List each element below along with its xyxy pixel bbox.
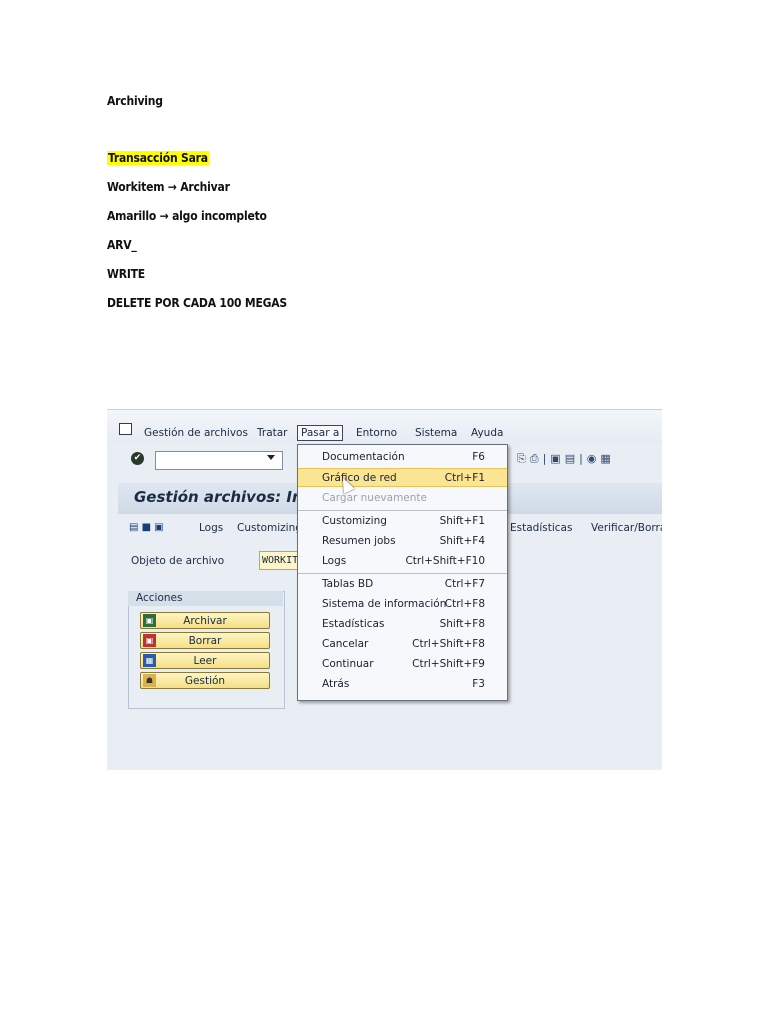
item-label: Customizing [322,515,387,527]
item-shortcut: Ctrl+Shift+F8 [412,638,485,650]
read-icon: ▦ [143,654,156,667]
menu-icon[interactable] [119,423,132,435]
actions-group [128,591,285,709]
sap-screenshot: Gestión de archivos Tratar Pasar a Entor… [107,409,662,770]
menu-divider [298,573,507,574]
toolbar-icons[interactable]: ⎘⎙|▣▤|◉▦ [517,452,615,466]
leer-button[interactable]: ▦ Leer [140,652,270,669]
estadisticas-button[interactable]: Estadísticas [510,522,572,534]
menu-bar: Gestión de archivos Tratar Pasar a Entor… [107,410,662,444]
item-label: Atrás [322,678,350,690]
doc-line-4: WRITE [107,267,145,281]
doc-line-1: Workitem → Archivar [107,180,230,194]
item-shortcut: F3 [472,678,485,690]
item-label: Continuar [322,658,374,670]
delete-icon: ▣ [143,634,156,647]
customizing-button[interactable]: Customizing [237,522,302,534]
item-shortcut: Shift+F4 [439,535,485,547]
menu-item-atras[interactable]: Atrás F3 [298,675,507,694]
archive-icon: ▣ [143,614,156,627]
archivar-label: Archivar [183,615,227,627]
menu-item-logs[interactable]: Logs Ctrl+Shift+F10 [298,552,507,571]
menu-item-cancelar[interactable]: Cancelar Ctrl+Shift+F8 [298,635,507,654]
doc-highlight: Transacción Sara [107,151,209,165]
enter-check-icon[interactable]: ✔ [131,452,144,465]
menu-ayuda[interactable]: Ayuda [471,427,503,439]
item-shortcut: Shift+F8 [439,618,485,630]
gestion-button[interactable]: ☗ Gestión [140,672,270,689]
menu-item-continuar[interactable]: Continuar Ctrl+Shift+F9 [298,655,507,674]
management-icon: ☗ [143,674,156,687]
borrar-button[interactable]: ▣ Borrar [140,632,270,649]
archivar-button[interactable]: ▣ Archivar [140,612,270,629]
menu-divider [298,510,507,511]
item-shortcut: Ctrl+F7 [444,578,485,590]
highlighted-text: Transacción Sara [107,151,209,165]
item-shortcut: Ctrl+Shift+F10 [405,555,485,567]
menu-item-estadisticas[interactable]: Estadísticas Shift+F8 [298,615,507,634]
item-shortcut: F6 [472,451,485,463]
gestion-label: Gestión [184,675,226,687]
menu-item-grafico-de-red[interactable]: Gráfico de red Ctrl+F1 [298,468,507,487]
chevron-down-icon[interactable] [267,455,275,460]
item-label: Estadísticas [322,618,385,630]
menu-gestion-archivos[interactable]: Gestión de archivos [144,427,248,439]
command-field[interactable] [155,451,283,470]
logs-button[interactable]: Logs [199,522,223,534]
item-label: Cargar nuevamente [322,492,427,504]
doc-line-5: DELETE POR CADA 100 MEGAS [107,296,288,310]
doc-line-3: ARV_ [107,238,137,252]
menu-pasar-a[interactable]: Pasar a [297,425,344,441]
menu-tratar[interactable]: Tratar [257,427,288,439]
menu-item-resumen-jobs[interactable]: Resumen jobs Shift+F4 [298,532,507,551]
item-label: Tablas BD [322,578,374,590]
item-shortcut: Shift+F1 [439,515,485,527]
app-toolbar-icons[interactable]: ▤ ■ ▣ [129,522,164,533]
item-label: Resumen jobs [322,535,396,547]
menu-entorno[interactable]: Entorno [356,427,397,439]
menu-item-sistema-informacion[interactable]: Sistema de información Ctrl+F8 [298,595,507,614]
pasar-a-dropdown: Documentación F6 Gráfico de red Ctrl+F1 Ca… [297,444,508,701]
doc-heading: Archiving [107,94,163,108]
item-label: Sistema de información [322,598,447,610]
page-title: Gestión archivos: Ima [134,488,318,506]
doc-line-2: Amarillo → algo incompleto [107,209,267,223]
borrar-label: Borrar [188,635,222,647]
item-shortcut: Ctrl+F1 [444,472,485,484]
menu-item-cargar-nuevamente: Cargar nuevamente [298,489,507,508]
menu-item-tablas-bd[interactable]: Tablas BD Ctrl+F7 [298,575,507,594]
menu-sistema[interactable]: Sistema [415,427,457,439]
item-label: Logs [322,555,347,567]
actions-title: Acciones [128,591,283,606]
menu-item-documentacion[interactable]: Documentación F6 [298,448,507,467]
menu-item-customizing[interactable]: Customizing Shift+F1 [298,512,507,531]
item-shortcut: Ctrl+F8 [444,598,485,610]
item-label: Cancelar [322,638,369,650]
item-shortcut: Ctrl+Shift+F9 [412,658,485,670]
item-label: Gráfico de red [322,472,397,484]
object-label: Objeto de archivo [131,555,225,567]
verificar-borrar-button[interactable]: Verificar/Borrar [591,522,662,534]
item-label: Documentación [322,451,405,463]
leer-label: Leer [193,655,217,667]
